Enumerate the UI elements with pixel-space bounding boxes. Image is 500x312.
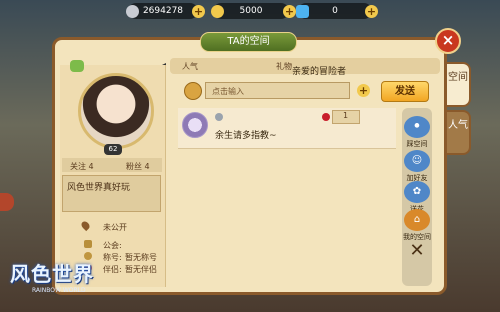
tab-popularity[interactable]: 人气 <box>447 110 471 155</box>
game-logo: 风色世界 RAINBOW WORLD <box>10 258 120 302</box>
level-badge: 62 <box>104 144 122 155</box>
popularity-label: 人气 <box>182 62 198 71</box>
close-button[interactable]: × <box>435 28 461 54</box>
gold-coin-icon <box>211 5 224 18</box>
logo-title: 风色世界 <box>10 262 94 286</box>
emoji-add-button[interactable]: + <box>357 84 370 97</box>
guild-icon <box>84 240 92 248</box>
partner-value: 暂无伴侣 <box>125 265 157 274</box>
follow-count[interactable]: 关注 4 <box>70 161 94 172</box>
visit-space-label: 踩空间 <box>406 140 428 148</box>
silver-coin-icon <box>126 5 139 18</box>
diamond-icon <box>296 5 309 18</box>
message-item <box>178 108 396 149</box>
rose-count: 1 <box>343 111 349 120</box>
person-add-icon: ☺ <box>411 155 423 166</box>
message-text: 余生请多指教~ <box>215 131 277 141</box>
title-value: 暂无称号 <box>125 253 157 262</box>
flower-icon: ✿ <box>412 186 422 197</box>
house-icon: ⌂ <box>413 214 421 225</box>
guild-label: 公会: <box>103 241 122 250</box>
location-value: 未公开 <box>103 223 127 232</box>
gold-coin-counter: 5000 <box>211 3 289 19</box>
send-button[interactable]: 发送 <box>381 81 429 102</box>
collapse-x-button[interactable]: ✕ <box>407 241 427 261</box>
my-space-button[interactable]: ⌂ <box>404 209 430 231</box>
left-edge-indicator-icon[interactable] <box>0 193 14 211</box>
vip-icon <box>215 113 223 121</box>
silver-coin-counter: 2694278 <box>126 3 198 19</box>
rose-icon[interactable] <box>322 113 330 121</box>
add-gold-button[interactable]: + <box>283 5 296 18</box>
add-silver-button[interactable]: + <box>192 5 205 18</box>
gender-icon <box>70 60 84 72</box>
message-avatar[interactable] <box>182 112 208 138</box>
greeting-label: 亲爱的冒险者 <box>292 67 347 77</box>
add-diamond-button[interactable]: + <box>365 5 378 18</box>
panel-title: TA的空间 <box>200 32 297 52</box>
visit-space-button[interactable]: ⚫ <box>404 116 430 138</box>
gift-label: 礼物 <box>276 62 292 71</box>
fans-count[interactable]: 粉丝 4 <box>126 161 150 172</box>
add-friend-button[interactable]: ☺ <box>404 150 430 172</box>
avatar[interactable] <box>78 73 154 149</box>
logo-subtitle: RAINBOW WORLD <box>32 287 86 294</box>
message-input[interactable]: 点击输入 <box>205 82 350 99</box>
tab-space[interactable]: 空间 <box>447 62 471 107</box>
bio-box: 风色世界真好玩 <box>62 175 161 212</box>
diamond-counter: 0 <box>296 3 372 19</box>
footprint-icon: ⚫ <box>412 121 422 132</box>
user-avatar-small <box>184 82 202 100</box>
send-flower-button[interactable]: ✿ <box>404 181 430 203</box>
